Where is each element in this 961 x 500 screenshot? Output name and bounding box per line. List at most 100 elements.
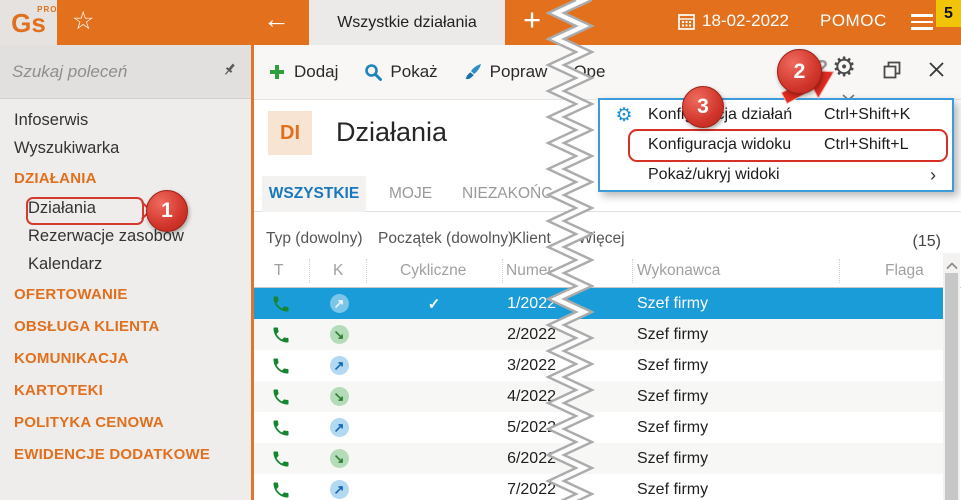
filter-typ[interactable]: Typ (dowolny) [266,230,362,248]
row-number: 5/2022 [507,418,556,436]
submenu-arrow-icon: › [930,164,936,185]
filter-poczatek[interactable]: Początek (dowolny) [378,230,513,248]
show-button[interactable]: Pokaż [364,62,438,82]
logo-pro-badge: PRO [37,4,58,14]
restore-window-icon[interactable] [882,60,902,85]
logo-text: Gs PRO [11,4,58,38]
sidebar-category-obsluga-klienta[interactable]: OBSŁUGA KLIENTA [0,312,251,342]
tab-wszystkie[interactable]: WSZYSTKIE [262,176,366,212]
vertical-scrollbar[interactable] [943,253,960,500]
row-number: 1/2022 [507,294,556,312]
edit-button[interactable]: Popraw [464,62,547,82]
sidebar-category-kartoteki[interactable]: KARTOTEKI [0,376,251,406]
row-number: 2/2022 [507,325,556,343]
col-k[interactable]: K [333,262,343,280]
row-executor: Szef firmy [637,418,709,436]
brush-icon [465,64,481,80]
add-button[interactable]: Dodaj [268,62,338,82]
plus-icon [270,65,284,79]
row-number: 3/2022 [507,356,556,374]
col-flaga[interactable]: Flaga [885,262,924,280]
tab-niezakonczone[interactable]: NIEZAKOŃC [462,185,552,203]
search-placeholder: Szukaj poleceń [12,61,128,81]
search-icon [365,64,383,81]
app-logo: Gs PRO [0,0,57,45]
outgoing-call-icon: ↗ [329,294,349,313]
sidebar-category-ewidencje[interactable]: EWIDENCJE DODATKOWE [0,440,251,470]
window-tab[interactable]: Wszystkie działania [309,0,505,45]
table-row[interactable]: ↗ 7/2022 Szef firmy [254,474,943,500]
annotation-outline-dzialania [26,197,144,225]
help-menu[interactable]: POMOC [820,11,887,31]
table-row[interactable]: ↗ ✓ 1/2022 Szef firmy [254,288,943,319]
module-toolbar: Dodaj Pokaż Popraw Ope ⚙ [254,45,961,102]
sidebar-category-ofertowanie[interactable]: OFERTOWANIE [0,280,251,310]
module-badge: DI [268,111,312,155]
filter-wiecej[interactable]: Więcej [578,230,625,248]
favorite-star-icon[interactable]: ☆ [72,6,94,36]
annotation-step-1: 1 [146,190,188,232]
command-search[interactable]: Szukaj poleceń [0,45,251,99]
outgoing-call-icon: ↗ [329,480,349,499]
table-row[interactable]: ↗ 5/2022 Szef firmy [254,412,943,443]
scrollbar-thumb[interactable] [945,273,958,500]
sidebar-item-kalendarz[interactable]: Kalendarz [0,250,251,278]
row-number: 4/2022 [507,387,556,405]
col-t[interactable]: T [274,262,283,280]
current-date[interactable]: 18-02-2022 [702,11,789,31]
phone-icon [268,288,294,319]
annotation-step-2: 2 [777,49,822,94]
sidebar-item-infoserwis[interactable]: Infoserwis [0,106,251,134]
operations-button[interactable]: Ope [573,62,605,82]
tab-moje[interactable]: MOJE [389,185,432,203]
page-title: Działania [336,117,448,147]
col-numer[interactable]: Numer [506,262,553,280]
row-executor: Szef firmy [637,480,709,498]
sidebar-item-wyszukiwarka[interactable]: Wyszukiwarka [0,134,251,162]
row-executor: Szef firmy [637,449,709,467]
row-executor: Szef firmy [637,356,709,374]
menu-item-pokaz-ukryj-widoki[interactable]: Pokaż/ukryj widoki › [600,160,952,190]
filter-klient[interactable]: Klient [512,230,551,248]
sidebar-category-polityka-cenowa[interactable]: POLITYKA CENOWA [0,408,251,438]
row-executor: Szef firmy [637,294,709,312]
back-arrow-icon[interactable]: ← [263,4,290,35]
annotation-step-3: 3 [682,86,724,128]
app-window: Gs PRO ☆ ← Wszystkie działania + 18-02-20… [0,0,961,500]
calendar-icon [678,13,695,35]
row-number: 6/2022 [507,449,556,467]
phone-icon [268,474,294,500]
annotation-outline-konfiguracja-widoku [628,129,948,162]
notification-badge[interactable]: 5 [936,0,961,27]
row-executor: Szef firmy [637,325,709,343]
table-header: T K Cykliczne Numer Wykonawca Flaga [254,253,961,288]
table-row[interactable]: ↘ 2/2022 Szef firmy [254,319,943,350]
col-cykliczne[interactable]: Cykliczne [400,262,466,280]
incoming-call-icon: ↘ [329,387,349,406]
sidebar: Szukaj poleceń Infoserwis Wyszukiwarka D… [0,45,251,500]
row-number: 7/2022 [507,480,556,498]
incoming-call-icon: ↘ [329,449,349,468]
row-executor: Szef firmy [637,387,709,405]
col-wykonawca[interactable]: Wykonawca [637,262,720,280]
sidebar-category-dzialania[interactable]: DZIAŁANIA [0,164,251,194]
record-count: (15) [912,233,941,250]
close-icon[interactable] [928,61,945,83]
gear-icon: ⚙ [615,104,633,126]
sidebar-category-komunikacja[interactable]: KOMUNIKACJA [0,344,251,374]
panel-splitter[interactable] [251,45,254,500]
outgoing-call-icon: ↗ [329,418,349,437]
top-bar: Gs PRO ☆ ← Wszystkie działania + 18-02-20… [0,0,961,45]
sidebar-item-rezerwacje[interactable]: Rezerwacje zasobów [0,222,251,250]
incoming-call-icon: ↘ [329,325,349,344]
phone-icon [268,319,294,350]
menu-item-konfiguracja-dzialan[interactable]: ⚙ Konfiguracja działań Ctrl+Shift+K [600,100,952,130]
table-row[interactable]: ↗ 3/2022 Szef firmy [254,350,943,381]
table-row[interactable]: ↘ 6/2022 Szef firmy [254,443,943,474]
pin-icon[interactable] [222,62,251,82]
phone-icon [268,381,294,412]
new-tab-plus-icon[interactable]: + [523,2,541,38]
outgoing-call-icon: ↗ [329,356,349,375]
hamburger-menu-icon[interactable] [911,14,933,34]
table-row[interactable]: ↘ 4/2022 Szef firmy [254,381,943,412]
